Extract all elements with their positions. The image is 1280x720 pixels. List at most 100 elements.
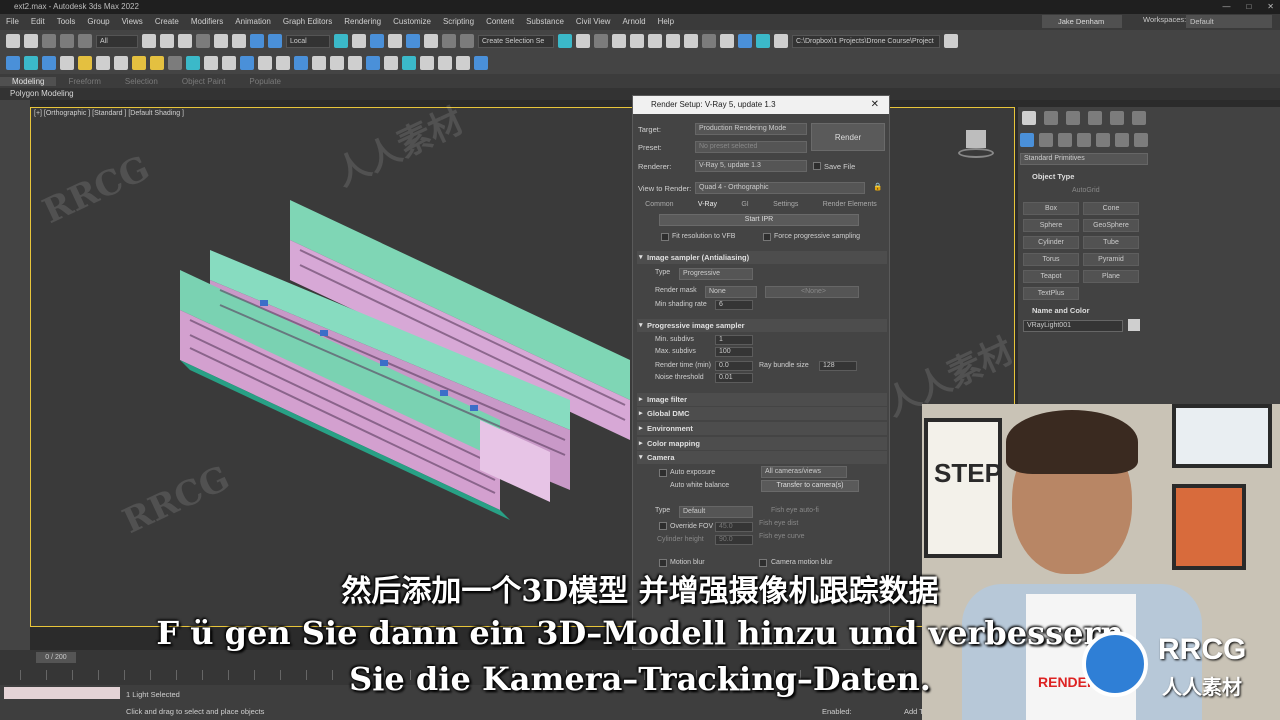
teapot-button[interactable]: Teapot (1023, 270, 1079, 283)
ray-bundle-spinner[interactable]: 128 (819, 361, 857, 371)
ribbon-tab-freeform[interactable]: Freeform (56, 77, 112, 86)
vray-dome-icon[interactable] (78, 56, 92, 70)
lock-icon[interactable]: 🔒 (873, 182, 882, 191)
preset-dropdown[interactable]: No preset selected (695, 141, 807, 153)
vray-obj-props-icon[interactable] (312, 56, 326, 70)
vray-tools-icon[interactable] (420, 56, 434, 70)
create-tab-icon[interactable] (1022, 111, 1036, 125)
vray-vfb-icon[interactable] (348, 56, 362, 70)
vray-export-icon[interactable] (438, 56, 452, 70)
menu-group[interactable]: Group (81, 14, 115, 30)
camera-type-dropdown[interactable]: Default (679, 506, 753, 518)
ribbon-toggle-icon[interactable] (630, 34, 644, 48)
force-progressive-checkbox[interactable] (763, 233, 771, 241)
render-button[interactable]: Render (811, 123, 885, 151)
geosphere-button[interactable]: GeoSphere (1083, 219, 1139, 232)
shapes-icon[interactable] (1039, 133, 1053, 147)
unlink-icon[interactable] (60, 34, 74, 48)
placement-icon[interactable] (268, 34, 282, 48)
helpers-icon[interactable] (1096, 133, 1110, 147)
layer-explorer-icon[interactable] (612, 34, 626, 48)
ribbon-tab-populate[interactable]: Populate (237, 77, 293, 86)
tab-common[interactable]: Common (645, 201, 673, 208)
tab-vray[interactable]: V-Ray (698, 201, 717, 208)
viewport-label[interactable]: [+] [Orthographic ] [Standard ] [Default… (34, 110, 184, 117)
rollout-image-sampler[interactable]: Image sampler (Antialiasing) (637, 251, 887, 264)
min-subdivs-spinner[interactable]: 1 (715, 335, 753, 345)
vray-sphere-icon[interactable] (60, 56, 74, 70)
menu-animation[interactable]: Animation (229, 14, 277, 30)
vray-mesh-icon[interactable] (222, 56, 236, 70)
window-crossing-icon[interactable] (196, 34, 210, 48)
select-object-icon[interactable] (142, 34, 156, 48)
display-tab-icon[interactable] (1110, 111, 1124, 125)
maximize-icon[interactable]: □ (1246, 0, 1251, 14)
vray-camera-icon[interactable] (42, 56, 56, 70)
render-mask-none-button[interactable]: <None> (765, 286, 859, 298)
cone-button[interactable]: Cone (1083, 202, 1139, 215)
menu-content[interactable]: Content (480, 14, 520, 30)
curve-editor-icon[interactable] (648, 34, 662, 48)
utilities-tab-icon[interactable] (1132, 111, 1146, 125)
vray-clipper-icon[interactable] (240, 56, 254, 70)
redo-icon[interactable] (24, 34, 38, 48)
user-account[interactable]: Jake Denham (1042, 15, 1122, 28)
select-by-name-icon[interactable] (160, 34, 174, 48)
menu-civil-view[interactable]: Civil View (570, 14, 617, 30)
save-file-checkbox[interactable] (813, 162, 821, 170)
building-model[interactable] (150, 190, 710, 520)
rollout-environment[interactable]: Environment (637, 422, 887, 435)
vray-cosmos-icon[interactable] (384, 56, 398, 70)
menu-edit[interactable]: Edit (25, 14, 51, 30)
ribbon-tab-selection[interactable]: Selection (113, 77, 170, 86)
vray-toggle-icon[interactable] (402, 56, 416, 70)
vray-scatter-icon[interactable] (204, 56, 218, 70)
edit-named-sel-icon[interactable] (460, 34, 474, 48)
snap-icon[interactable] (388, 34, 402, 48)
hierarchy-tab-icon[interactable] (1066, 111, 1080, 125)
primitives-dropdown[interactable]: Standard Primitives (1020, 153, 1148, 165)
target-dropdown[interactable]: Production Rendering Mode (695, 123, 807, 135)
motion-tab-icon[interactable] (1088, 111, 1102, 125)
modify-tab-icon[interactable] (1044, 111, 1058, 125)
menu-customize[interactable]: Customize (387, 14, 437, 30)
align-icon[interactable] (576, 34, 590, 48)
project-path-dropdown[interactable]: C:\Dropbox\1 Projects\Drone Course\Proje… (792, 34, 940, 48)
vray-light-lister-icon[interactable] (330, 56, 344, 70)
vray-plane-icon[interactable] (96, 56, 110, 70)
rollout-camera[interactable]: Camera (637, 451, 887, 464)
textplus-button[interactable]: TextPlus (1023, 287, 1079, 300)
render-iterative-icon[interactable] (756, 34, 770, 48)
fov-spinner[interactable]: 45.0 (715, 522, 753, 532)
object-type-heading[interactable]: Object Type (1032, 172, 1074, 181)
vray-decal-icon[interactable] (258, 56, 272, 70)
space-warps-icon[interactable] (1115, 133, 1129, 147)
ribbon-tab-modeling[interactable]: Modeling (0, 76, 57, 86)
vray-sun-icon[interactable] (132, 56, 146, 70)
fit-vfb-checkbox[interactable] (661, 233, 669, 241)
menu-help[interactable]: Help (652, 14, 680, 30)
start-ipr-button[interactable]: Start IPR (659, 214, 859, 226)
percent-snap-icon[interactable] (424, 34, 438, 48)
sphere-button[interactable]: Sphere (1023, 219, 1079, 232)
close-icon[interactable]: ✕ (871, 96, 879, 114)
menu-graph-editors[interactable]: Graph Editors (277, 14, 338, 30)
vray-material-icon[interactable] (294, 56, 308, 70)
object-name-field[interactable]: VRayLight001 (1023, 320, 1123, 332)
menu-arnold[interactable]: Arnold (616, 14, 651, 30)
rendered-frame-icon[interactable] (720, 34, 734, 48)
tab-gi[interactable]: GI (741, 201, 748, 208)
geometry-icon[interactable] (1020, 133, 1034, 147)
render-mask-dropdown[interactable]: None (705, 286, 757, 298)
rect-select-icon[interactable] (178, 34, 192, 48)
angle-snap-icon[interactable] (406, 34, 420, 48)
vray-cone-icon[interactable] (114, 56, 128, 70)
min-shading-rate-spinner[interactable]: 6 (715, 300, 753, 310)
toggle-scene-explorer-icon[interactable] (594, 34, 608, 48)
auto-exposure-checkbox[interactable] (659, 469, 667, 477)
renderer-dropdown[interactable]: V-Ray 5, update 1.3 (695, 160, 807, 172)
ref-coord-dropdown[interactable]: Local (286, 34, 330, 48)
render-production-icon[interactable] (738, 34, 752, 48)
torus-button[interactable]: Torus (1023, 253, 1079, 266)
viewcube[interactable] (958, 128, 994, 162)
